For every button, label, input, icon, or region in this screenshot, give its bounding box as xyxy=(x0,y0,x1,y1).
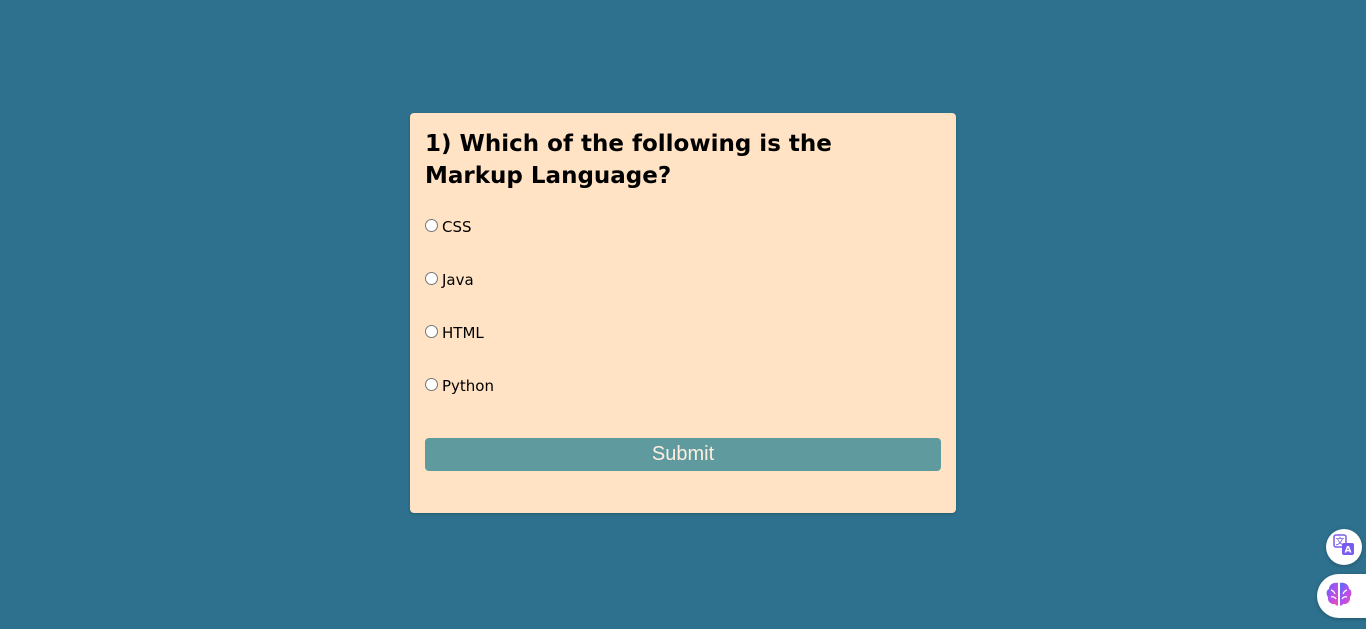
radio-html[interactable] xyxy=(425,325,438,338)
radio-java[interactable] xyxy=(425,272,438,285)
submit-button[interactable]: Submit xyxy=(425,438,941,471)
option-label-css[interactable]: CSS xyxy=(442,218,472,236)
radio-css[interactable] xyxy=(425,219,438,232)
option-label-java[interactable]: Java xyxy=(442,271,474,289)
translate-widget-button[interactable]: 文 A xyxy=(1326,529,1362,565)
option-css[interactable]: CSS xyxy=(425,218,941,271)
ai-assistant-widget-button[interactable] xyxy=(1317,574,1366,618)
brain-icon xyxy=(1325,581,1353,611)
question-title: 1) Which of the following is the Markup … xyxy=(425,131,832,189)
option-html[interactable]: HTML xyxy=(425,324,941,377)
option-label-html[interactable]: HTML xyxy=(442,324,484,342)
option-java[interactable]: Java xyxy=(425,271,941,324)
option-python[interactable]: Python xyxy=(425,377,941,430)
answer-options: CSS Java HTML Python xyxy=(425,218,941,430)
quiz-card: 1) Which of the following is the Markup … xyxy=(410,113,956,513)
translate-icon: 文 A xyxy=(1333,534,1355,560)
svg-text:A: A xyxy=(1345,546,1352,556)
radio-python[interactable] xyxy=(425,378,438,391)
option-label-python[interactable]: Python xyxy=(442,377,494,395)
